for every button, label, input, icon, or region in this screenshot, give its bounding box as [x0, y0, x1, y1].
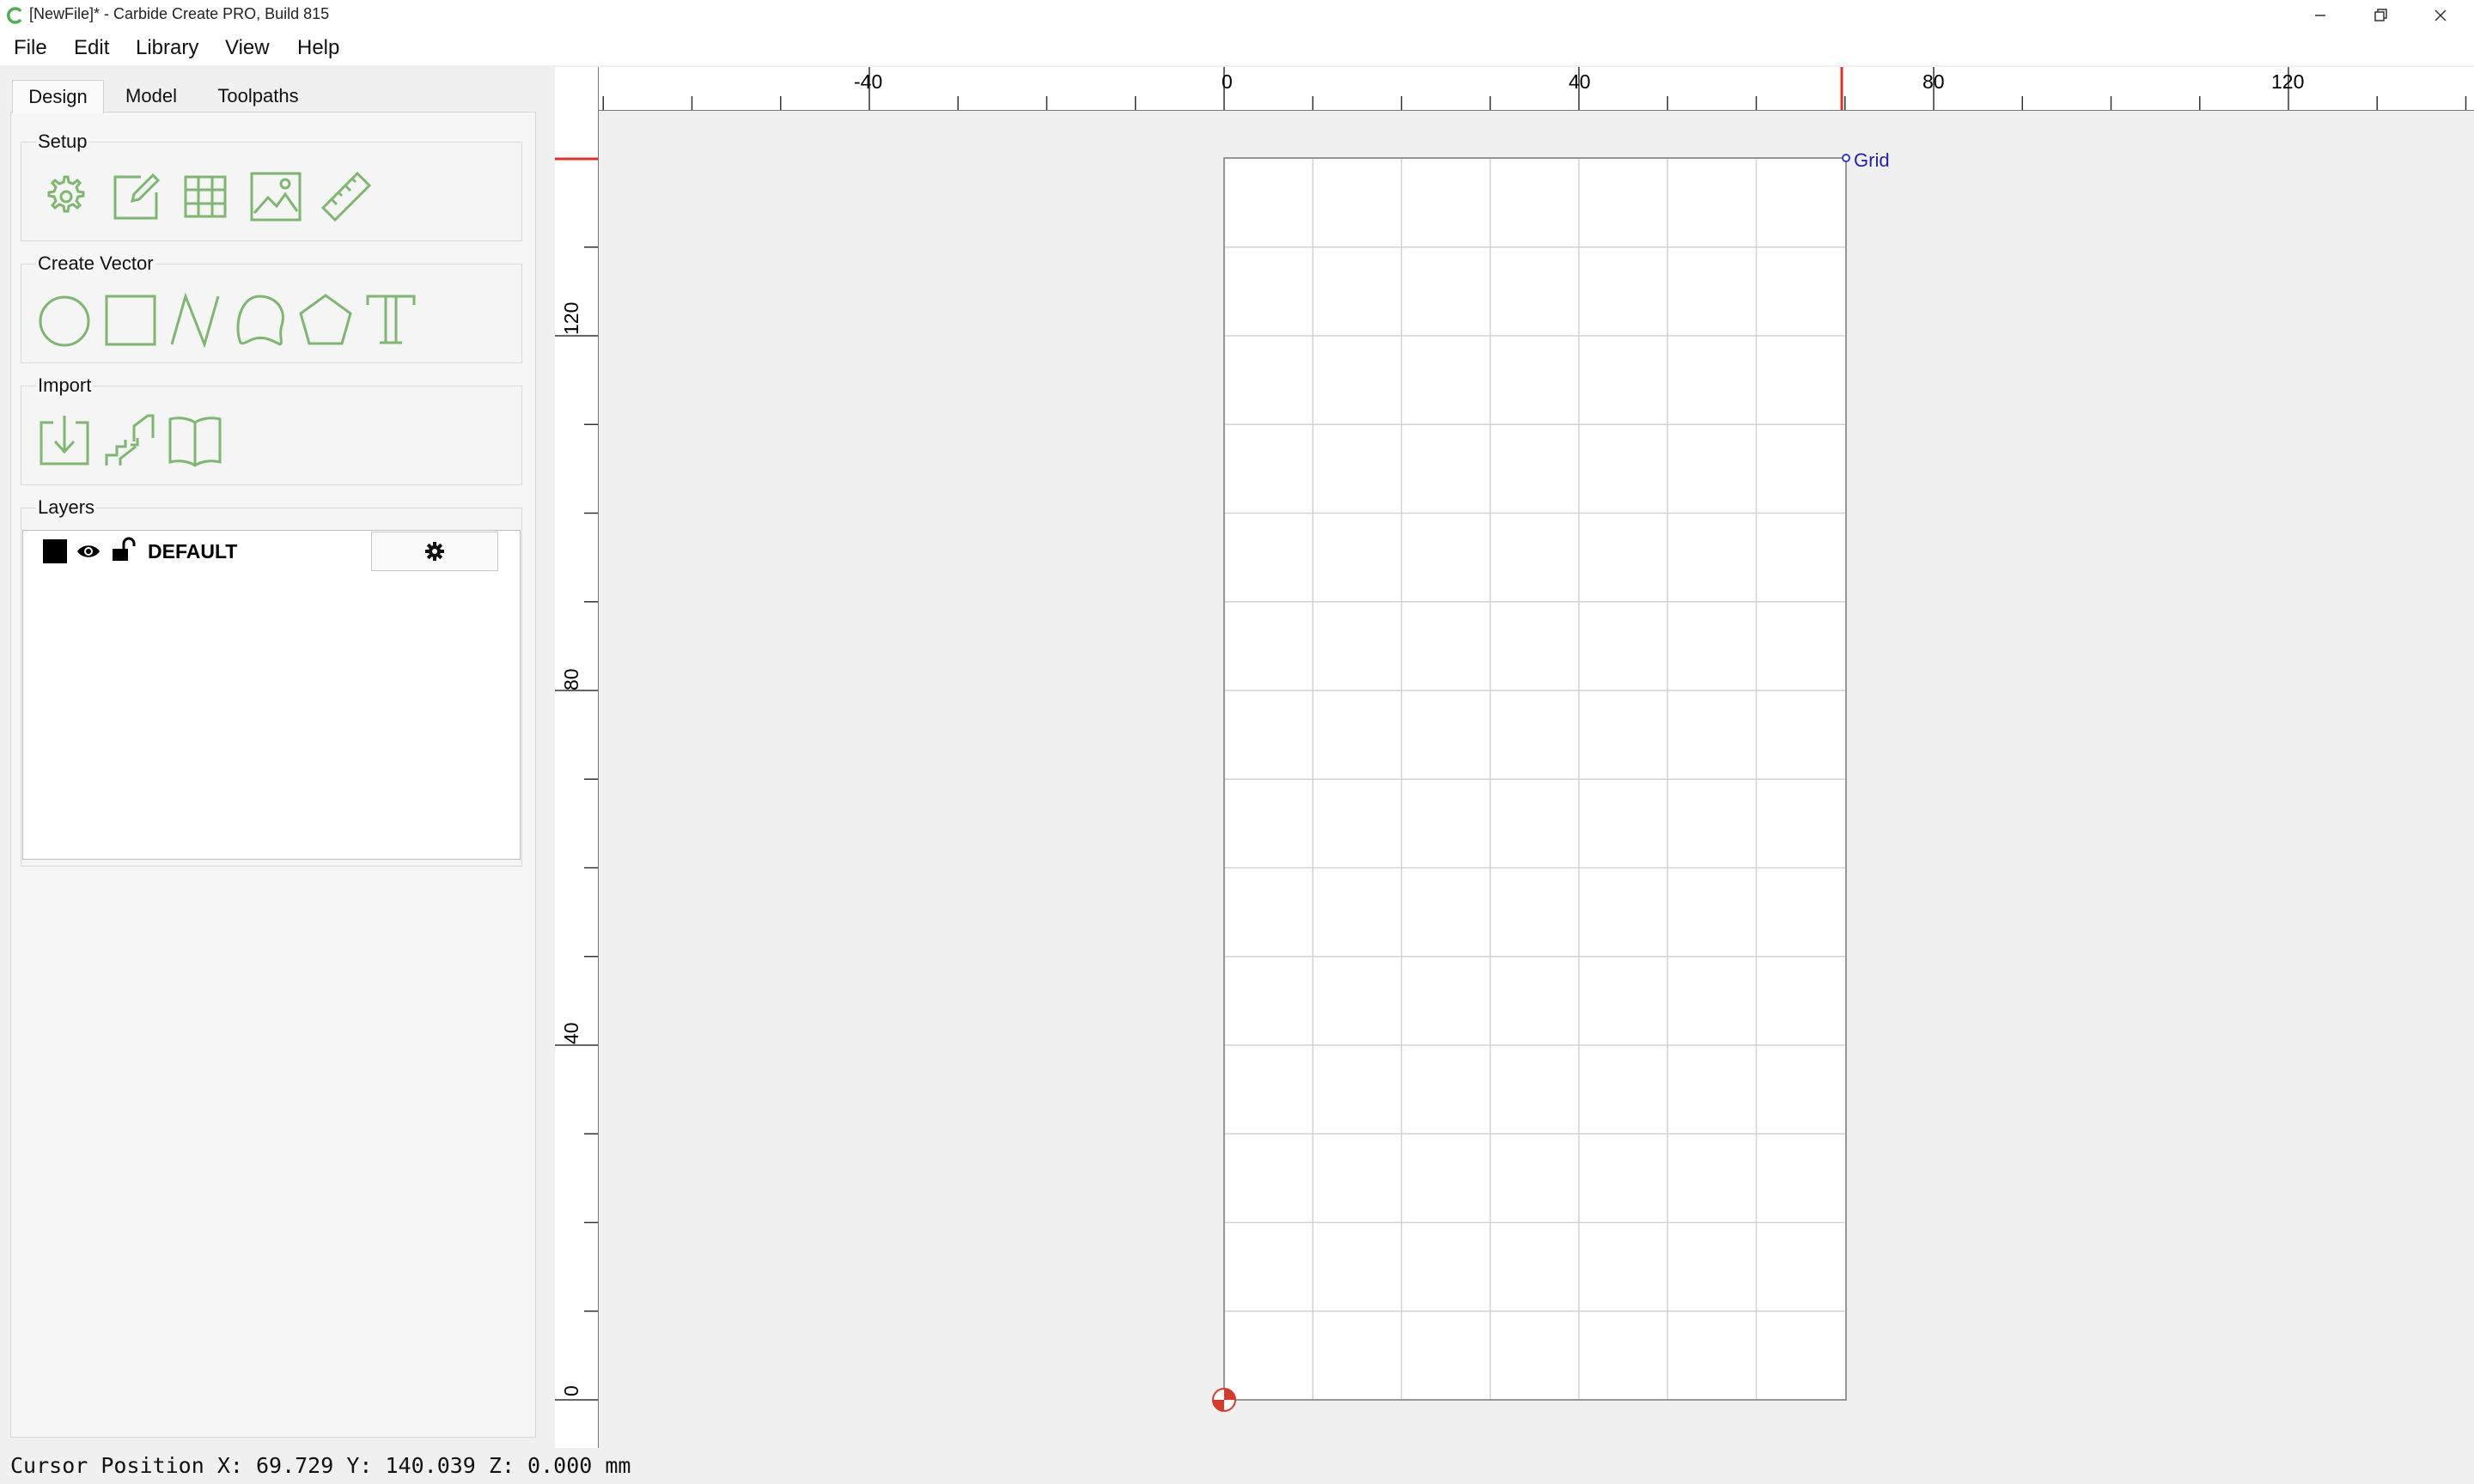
grid-label[interactable]: Grid [1854, 149, 1890, 172]
cursor-position-status: Cursor Position X: 69.729 Y: 140.039 Z: … [10, 1453, 631, 1478]
stock-grid [1212, 154, 1850, 1412]
origin-marker-icon [1212, 1388, 1236, 1412]
grid-handle[interactable] [1842, 154, 1850, 162]
